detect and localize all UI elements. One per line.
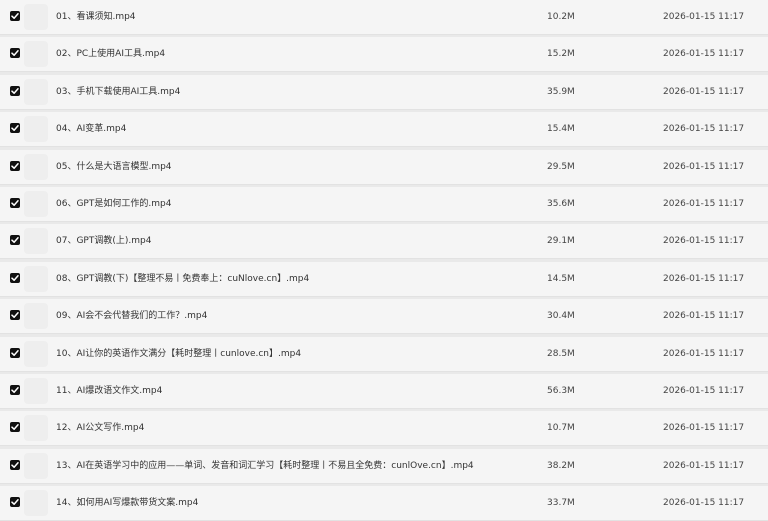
file-modified-date: 2026-01-15 11:17 [663, 161, 745, 172]
file-name[interactable]: 09、AI会不会代替我们的工作？.mp4 [56, 310, 207, 322]
video-thumbnail-icon[interactable] [24, 228, 48, 255]
checkbox-checked-icon[interactable] [10, 310, 20, 321]
file-row-2[interactable]: 02、PC上使用AI工具.mp4 15.2M 2026-01-15 11:17 [0, 37, 768, 73]
file-size: 29.1M [547, 236, 575, 247]
file-row-10[interactable]: 10、AI让你的英语作文满分【耗时整理丨cunlove.cn】.mp4 28.5… [0, 336, 768, 372]
file-row-5[interactable]: 05、什么是大语言模型.mp4 29.5M 2026-01-15 11:17 [0, 149, 768, 185]
checkmark-icon [11, 237, 19, 244]
file-size: 15.4M [547, 124, 575, 135]
file-name[interactable]: 03、手机下载使用AI工具.mp4 [56, 86, 180, 98]
file-modified-date: 2026-01-15 11:17 [663, 86, 745, 97]
checkbox-checked-icon[interactable] [10, 347, 20, 358]
file-size: 56.3M [547, 386, 575, 396]
file-name[interactable]: 04、AI变革.mp4 [56, 123, 126, 135]
file-modified-date: 2026-01-15 11:17 [663, 498, 745, 509]
file-row-4[interactable]: 04、AI变革.mp4 15.4M 2026-01-15 11:17 [0, 112, 768, 148]
file-list: 01、看课须知.mp4 10.2M 2026-01-15 11:17 02、PC… [0, 0, 768, 521]
file-name[interactable]: 11、AI爆改语文作文.mp4 [56, 385, 162, 397]
file-modified-date: 2026-01-15 11:17 [663, 49, 745, 60]
file-size: 35.9M [547, 86, 575, 97]
checkmark-icon [11, 50, 19, 57]
file-name[interactable]: 12、AI公文写作.mp4 [56, 422, 144, 434]
file-name[interactable]: 01、看课须知.mp4 [56, 11, 136, 23]
checkbox-checked-icon[interactable] [10, 160, 20, 171]
file-size: 38.2M [547, 460, 575, 471]
file-size: 35.6M [547, 199, 575, 209]
checkmark-icon [11, 499, 19, 506]
checkmark-icon [11, 274, 19, 281]
video-thumbnail-icon[interactable] [24, 78, 48, 105]
file-modified-date: 2026-01-15 11:17 [663, 386, 745, 396]
file-name[interactable]: 05、什么是大语言模型.mp4 [56, 161, 172, 173]
file-modified-date: 2026-01-15 11:17 [663, 236, 745, 247]
file-size: 33.7M [547, 498, 575, 509]
checkbox-checked-icon[interactable] [10, 85, 20, 96]
checkmark-icon [11, 312, 19, 319]
video-thumbnail-icon[interactable] [24, 303, 48, 330]
file-modified-date: 2026-01-15 11:17 [663, 12, 745, 22]
file-name[interactable]: 02、PC上使用AI工具.mp4 [56, 48, 165, 60]
video-thumbnail-icon[interactable] [24, 116, 48, 143]
file-size: 14.5M [547, 273, 575, 284]
file-size: 15.2M [547, 49, 575, 60]
checkmark-icon [11, 87, 19, 94]
file-row-3[interactable]: 03、手机下载使用AI工具.mp4 35.9M 2026-01-15 11:17 [0, 74, 768, 110]
file-name[interactable]: 07、GPT调教(上).mp4 [56, 235, 151, 247]
video-thumbnail-icon[interactable] [24, 41, 48, 68]
video-thumbnail-icon[interactable] [24, 452, 48, 479]
file-size: 10.7M [547, 423, 575, 434]
checkbox-checked-icon[interactable] [10, 422, 20, 433]
checkbox-checked-icon[interactable] [10, 198, 20, 208]
video-thumbnail-icon[interactable] [24, 265, 48, 292]
video-thumbnail-icon[interactable] [24, 191, 48, 217]
checkbox-checked-icon[interactable] [10, 11, 20, 21]
checkmark-icon [11, 125, 19, 132]
file-modified-date: 2026-01-15 11:17 [663, 199, 745, 209]
file-row-1[interactable]: 01、看课须知.mp4 10.2M 2026-01-15 11:17 [0, 0, 768, 35]
file-modified-date: 2026-01-15 11:17 [663, 124, 745, 135]
file-size: 28.5M [547, 348, 575, 359]
video-thumbnail-icon[interactable] [24, 153, 48, 180]
checkmark-icon [11, 200, 19, 206]
checkbox-checked-icon[interactable] [10, 497, 20, 508]
file-row-13[interactable]: 13、AI在英语学习中的应用——单词、发音和词汇学习【耗时整理丨不易且全免费：c… [0, 448, 768, 484]
file-size: 29.5M [547, 161, 575, 172]
checkbox-checked-icon[interactable] [10, 272, 20, 283]
checkmark-icon [11, 461, 19, 468]
video-thumbnail-icon[interactable] [24, 378, 48, 404]
file-modified-date: 2026-01-15 11:17 [663, 273, 745, 284]
file-row-14[interactable]: 14、如何用AI写爆款带货文案.mp4 33.7M 2026-01-15 11:… [0, 486, 768, 521]
file-row-6[interactable]: 06、GPT是如何工作的.mp4 35.6M 2026-01-15 11:17 [0, 187, 768, 222]
checkmark-icon [11, 162, 19, 169]
video-thumbnail-icon[interactable] [24, 4, 48, 30]
file-modified-date: 2026-01-15 11:17 [663, 423, 745, 434]
file-modified-date: 2026-01-15 11:17 [663, 311, 745, 322]
checkbox-checked-icon[interactable] [10, 385, 20, 395]
file-row-7[interactable]: 07、GPT调教(上).mp4 29.1M 2026-01-15 11:17 [0, 224, 768, 260]
file-modified-date: 2026-01-15 11:17 [663, 348, 745, 359]
checkbox-checked-icon[interactable] [10, 459, 20, 470]
file-size: 10.2M [547, 12, 575, 22]
checkbox-checked-icon[interactable] [10, 123, 20, 134]
file-row-9[interactable]: 09、AI会不会代替我们的工作？.mp4 30.4M 2026-01-15 11… [0, 299, 768, 335]
file-modified-date: 2026-01-15 11:17 [663, 460, 745, 471]
checkmark-icon [11, 424, 19, 431]
checkmark-icon [11, 13, 19, 19]
file-name[interactable]: 14、如何用AI写爆款带货文案.mp4 [56, 497, 198, 509]
file-name[interactable]: 13、AI在英语学习中的应用——单词、发音和词汇学习【耗时整理丨不易且全免费：c… [56, 460, 474, 472]
file-name[interactable]: 10、AI让你的英语作文满分【耗时整理丨cunlove.cn】.mp4 [56, 348, 301, 360]
file-row-11[interactable]: 11、AI爆改语文作文.mp4 56.3M 2026-01-15 11:17 [0, 374, 768, 409]
checkmark-icon [11, 349, 19, 356]
video-thumbnail-icon[interactable] [24, 415, 48, 442]
checkbox-checked-icon[interactable] [10, 235, 20, 246]
file-name[interactable]: 06、GPT是如何工作的.mp4 [56, 198, 171, 210]
video-thumbnail-icon[interactable] [24, 490, 48, 517]
file-name[interactable]: 08、GPT调教(下)【整理不易丨免费奉上：cuNlove.cn】.mp4 [56, 273, 309, 285]
file-row-8[interactable]: 08、GPT调教(下)【整理不易丨免费奉上：cuNlove.cn】.mp4 14… [0, 261, 768, 297]
checkmark-icon [11, 387, 19, 393]
file-size: 30.4M [547, 311, 575, 322]
file-row-12[interactable]: 12、AI公文写作.mp4 10.7M 2026-01-15 11:17 [0, 411, 768, 447]
checkbox-checked-icon[interactable] [10, 48, 20, 59]
video-thumbnail-icon[interactable] [24, 340, 48, 367]
